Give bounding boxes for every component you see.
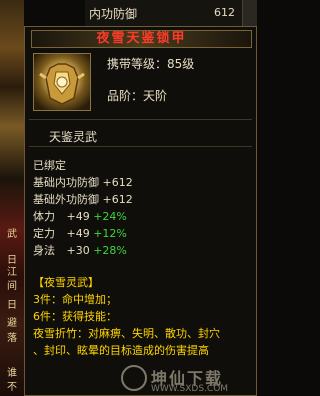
watermark-url: WWW.SXDS.COM [151, 384, 229, 394]
stat-label: 身法 [33, 244, 55, 257]
bonus-stat-row: 身法 +30 +28% [33, 242, 127, 258]
bg-text: 日 [7, 255, 17, 266]
background-attribute-row: 内功防御 612 [85, 0, 257, 27]
stat-label: 基础外功防御 [33, 193, 99, 206]
bg-text: 日 [7, 300, 17, 311]
item-rank: 品阶：天阶 [107, 89, 168, 103]
level-requirement: 携带等级：85级 [107, 57, 195, 71]
stat-percent: +12% [93, 227, 127, 240]
bg-text: 不 [7, 382, 17, 393]
set-skill-desc: 、封印、眩晕的目标造成的伤害提高 [33, 344, 209, 357]
stat-label: 基础内功防御 [33, 176, 99, 189]
bg-text: 避 [7, 318, 17, 329]
stat-value: +49 [66, 227, 90, 240]
bonus-stat-row: 定力 +49 +12% [33, 225, 127, 241]
stat-value: +49 [66, 210, 90, 223]
bound-status: 已绑定 [33, 159, 66, 172]
scrollbar[interactable] [242, 0, 257, 26]
set-skill-desc: 夜雪折竹：对麻痹、失明、散功、封穴 [33, 327, 220, 340]
bg-text: 江 [7, 267, 17, 278]
base-stat-row: 基础内功防御 +612 [33, 174, 133, 190]
stat-label: 定力 [33, 227, 55, 240]
divider [29, 119, 252, 120]
bg-text: 谁 [7, 368, 17, 379]
item-title: 夜雪天鉴锁甲 [31, 30, 252, 48]
stat-percent: +28% [93, 244, 127, 257]
divider [29, 146, 252, 147]
stat-value: +612 [102, 193, 133, 206]
bg-text: 落 [7, 333, 17, 344]
base-stat-row: 基础外功防御 +612 [33, 191, 133, 207]
stat-value: +30 [66, 244, 90, 257]
item-subname: 天鉴灵武 [49, 130, 98, 144]
set-bonus: 6件：获得技能： [33, 310, 117, 323]
armor-icon [33, 53, 91, 111]
attribute-value: 612 [214, 6, 235, 19]
background-character-panel: 武 日 江 间 日 避 落 谁 不 [0, 0, 24, 396]
stat-label: 体力 [33, 210, 55, 223]
set-name: 【夜雪灵武】 [33, 276, 99, 289]
item-tooltip: 夜雪天鉴锁甲 携带等级：85级 品阶：天阶 天鉴灵武 已绑定 基础内功防御 +6… [24, 26, 257, 396]
bg-text: 间 [7, 281, 17, 292]
attribute-label: 内功防御 [89, 7, 138, 21]
bonus-stat-row: 体力 +49 +24% [33, 208, 127, 224]
bg-text: 武 [7, 229, 17, 240]
stat-percent: +24% [93, 210, 127, 223]
stat-value: +612 [102, 176, 133, 189]
watermark-logo-icon [121, 365, 147, 391]
site-watermark: 坤仙下载 WWW.SXDS.COM [121, 365, 256, 395]
set-bonus: 3件：命中增加； [33, 293, 117, 306]
